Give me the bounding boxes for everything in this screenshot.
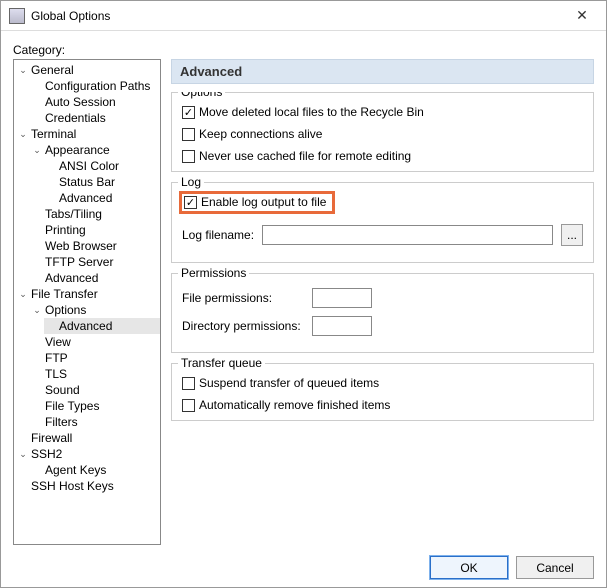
group-options: Options ✓ Move deleted local files to th… <box>171 92 594 172</box>
checkbox-auto-remove[interactable] <box>182 399 195 412</box>
tree-appearance-advanced[interactable]: Advanced <box>44 190 160 206</box>
checkbox-no-cached[interactable] <box>182 150 195 163</box>
chevron-down-icon[interactable]: ⌄ <box>18 129 28 139</box>
group-transfer-queue: Transfer queue Suspend transfer of queue… <box>171 363 594 421</box>
checkbox-suspend-queue[interactable] <box>182 377 195 390</box>
tree-appearance[interactable]: ⌄Appearance <box>30 142 160 158</box>
label-auto-remove: Automatically remove finished items <box>199 398 390 412</box>
tree-firewall[interactable]: Firewall <box>16 430 160 446</box>
tree-tftp-server[interactable]: TFTP Server <box>30 254 160 270</box>
checkbox-move-deleted[interactable]: ✓ <box>182 106 195 119</box>
tree-tls[interactable]: TLS <box>30 366 160 382</box>
tree-status-bar[interactable]: Status Bar <box>44 174 160 190</box>
tree-terminal[interactable]: ⌄Terminal <box>16 126 160 142</box>
chevron-down-icon[interactable]: ⌄ <box>18 449 28 459</box>
tree-ft-options-advanced[interactable]: Advanced <box>44 318 160 334</box>
label-enable-log: Enable log output to file <box>201 195 326 209</box>
tree-ft-options[interactable]: ⌄Options <box>30 302 160 318</box>
tree-ansi-color[interactable]: ANSI Color <box>44 158 160 174</box>
tree-view[interactable]: View <box>30 334 160 350</box>
tree-file-types[interactable]: File Types <box>30 398 160 414</box>
highlight-enable-log: ✓ Enable log output to file <box>179 191 335 214</box>
category-tree[interactable]: ⌄General Configuration Paths Auto Sessio… <box>13 59 161 545</box>
group-options-legend: Options <box>178 92 225 99</box>
tree-sound[interactable]: Sound <box>30 382 160 398</box>
tree-ftp[interactable]: FTP <box>30 350 160 366</box>
chevron-down-icon[interactable]: ⌄ <box>32 145 42 155</box>
cancel-button[interactable]: Cancel <box>516 556 594 579</box>
chevron-down-icon[interactable]: ⌄ <box>18 289 28 299</box>
tree-agent-keys[interactable]: Agent Keys <box>30 462 160 478</box>
group-permissions-legend: Permissions <box>178 266 249 280</box>
label-no-cached: Never use cached file for remote editing <box>199 149 411 163</box>
group-log: Log ✓ Enable log output to file Log file… <box>171 182 594 263</box>
checkbox-enable-log[interactable]: ✓ <box>184 196 197 209</box>
checkbox-keep-alive[interactable] <box>182 128 195 141</box>
tree-file-transfer[interactable]: ⌄File Transfer <box>16 286 160 302</box>
input-log-filename[interactable] <box>262 225 553 245</box>
group-permissions: Permissions File permissions: Directory … <box>171 273 594 353</box>
window-title: Global Options <box>31 9 562 23</box>
group-log-legend: Log <box>178 175 204 189</box>
category-label: Category: <box>13 43 594 57</box>
chevron-down-icon[interactable]: ⌄ <box>32 305 42 315</box>
tree-ssh2[interactable]: ⌄SSH2 <box>16 446 160 462</box>
input-file-perm[interactable] <box>312 288 372 308</box>
titlebar: Global Options ✕ <box>1 1 606 31</box>
tree-credentials[interactable]: Credentials <box>30 110 160 126</box>
label-move-deleted: Move deleted local files to the Recycle … <box>199 105 424 119</box>
group-queue-legend: Transfer queue <box>178 356 265 370</box>
tree-web-browser[interactable]: Web Browser <box>30 238 160 254</box>
label-log-filename: Log filename: <box>182 228 254 242</box>
label-dir-perm: Directory permissions: <box>182 319 304 333</box>
input-dir-perm[interactable] <box>312 316 372 336</box>
tree-terminal-advanced[interactable]: Advanced <box>30 270 160 286</box>
browse-log-button[interactable]: ... <box>561 224 583 246</box>
label-suspend-queue: Suspend transfer of queued items <box>199 376 379 390</box>
label-file-perm: File permissions: <box>182 291 304 305</box>
tree-filters[interactable]: Filters <box>30 414 160 430</box>
tree-ssh-host-keys[interactable]: SSH Host Keys <box>16 478 160 494</box>
tree-printing[interactable]: Printing <box>30 222 160 238</box>
tree-general[interactable]: ⌄General <box>16 62 160 78</box>
tree-auto-session[interactable]: Auto Session <box>30 94 160 110</box>
label-keep-alive: Keep connections alive <box>199 127 322 141</box>
close-button[interactable]: ✕ <box>562 3 602 29</box>
panel-header: Advanced <box>171 59 594 84</box>
tree-config-paths[interactable]: Configuration Paths <box>30 78 160 94</box>
tree-tabs-tiling[interactable]: Tabs/Tiling <box>30 206 160 222</box>
ok-button[interactable]: OK <box>430 556 508 579</box>
app-icon <box>9 8 25 24</box>
chevron-down-icon[interactable]: ⌄ <box>18 65 28 75</box>
